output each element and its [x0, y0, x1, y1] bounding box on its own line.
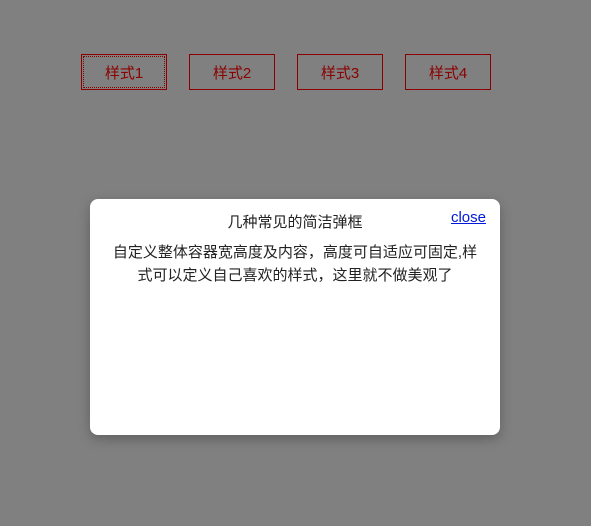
style-4-button[interactable]: 样式4 [405, 54, 491, 90]
style-1-button[interactable]: 样式1 [81, 54, 167, 90]
style-2-button[interactable]: 样式2 [189, 54, 275, 90]
popup-modal: 几种常见的简洁弹框 close 自定义整体容器宽高度及内容，高度可自适应可固定,… [90, 199, 500, 435]
close-link[interactable]: close [451, 209, 486, 226]
style-button-row: 样式1 样式2 样式3 样式4 [0, 0, 591, 90]
modal-body-text: 自定义整体容器宽高度及内容，高度可自适应可固定,样式可以定义自己喜欢的样式，这里… [104, 242, 486, 287]
style-3-button[interactable]: 样式3 [297, 54, 383, 90]
modal-title: 几种常见的简洁弹框 [104, 209, 486, 232]
